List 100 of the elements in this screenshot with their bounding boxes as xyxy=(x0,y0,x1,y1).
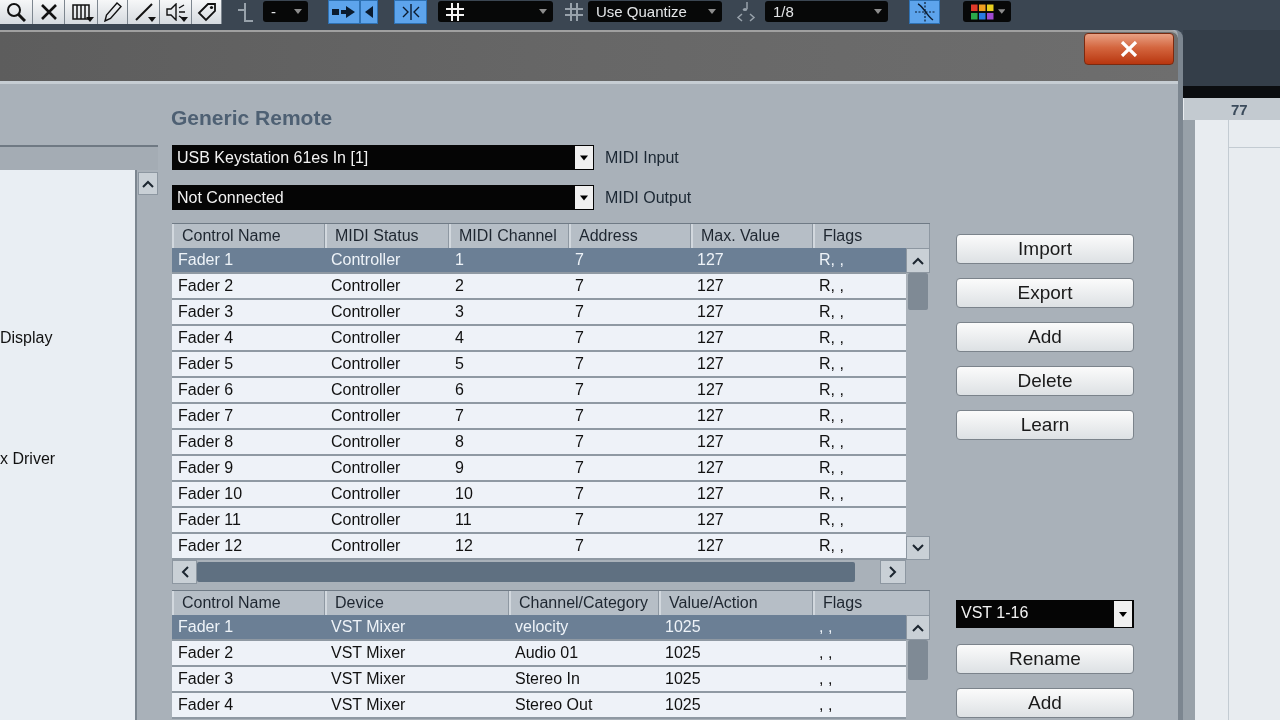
caret-icon xyxy=(86,17,94,22)
dropdown[interactable] xyxy=(963,1,1011,22)
action-button[interactable]: Rename xyxy=(956,644,1134,674)
dialog-title: Generic Remote xyxy=(171,105,334,131)
dropdown[interactable]: - xyxy=(263,1,308,22)
list-item[interactable]: Display xyxy=(0,327,135,349)
scrollbar-thumb[interactable] xyxy=(908,273,928,310)
table-cell-text: 127 xyxy=(696,406,725,426)
toggle-button[interactable] xyxy=(360,0,378,24)
table-cell-text: 127 xyxy=(696,536,725,556)
action-button[interactable]: Add xyxy=(956,688,1134,718)
scrollbar-track[interactable] xyxy=(135,170,158,720)
action-button[interactable]: Export xyxy=(956,278,1134,308)
table-cell-text: 127 xyxy=(696,510,725,530)
table-cell-text: Controller xyxy=(330,354,402,374)
tool-button[interactable] xyxy=(33,0,65,24)
scroll-left-button[interactable] xyxy=(172,560,197,584)
table-row[interactable]: Fader 3 VST Mixer Stereo In 1025 , , xyxy=(172,667,906,693)
table-cell-text: Fader 6 xyxy=(177,380,235,400)
table-cell-text: R, , xyxy=(818,328,845,348)
table-cell-text: Audio 01 xyxy=(514,643,580,663)
scrollbar-thumb[interactable] xyxy=(197,562,855,582)
tool-button[interactable] xyxy=(65,0,98,24)
table-cell-text: Fader 1 xyxy=(177,250,235,270)
table-cell-text: 127 xyxy=(696,276,725,296)
dropdown[interactable]: 1/8 xyxy=(765,1,888,22)
table-cell-text: 4 xyxy=(454,328,465,348)
tool-button[interactable] xyxy=(192,0,222,24)
speaker-icon xyxy=(165,3,186,21)
scrollbar-thumb[interactable] xyxy=(908,640,928,680)
table-cell-text: 1025 xyxy=(664,695,702,715)
table-cell-text: R, , xyxy=(818,380,845,400)
table-row[interactable]: Fader 2 VST Mixer Audio 01 1025 , , xyxy=(172,641,906,667)
table-cell-text: 7 xyxy=(574,328,585,348)
table-cell-text: 127 xyxy=(696,250,725,270)
table-row[interactable]: Fader 3 Controller 3 7 127 R, , xyxy=(172,300,906,326)
scroll-up-button[interactable] xyxy=(906,248,930,273)
table-row[interactable]: Fader 9 Controller 9 7 127 R, , xyxy=(172,456,906,482)
table-cell-text: 5 xyxy=(454,354,465,374)
caret-icon xyxy=(575,146,593,169)
table-row[interactable]: Fader 1 Controller 1 7 127 R, , xyxy=(172,248,906,274)
table-cell-text: 11 xyxy=(454,510,473,530)
scroll-right-button[interactable] xyxy=(880,560,906,584)
tool-button[interactable] xyxy=(98,0,128,24)
table-cell-text: 7 xyxy=(574,510,585,530)
action-button[interactable]: Learn xyxy=(956,410,1134,440)
action-button[interactable]: Import xyxy=(956,234,1134,264)
table-cell-text: 127 xyxy=(696,458,725,478)
table-row[interactable]: Fader 11 Controller 11 7 127 R, , xyxy=(172,508,906,534)
toggle-button[interactable] xyxy=(328,0,360,24)
table-cell-text: Fader 2 xyxy=(177,643,235,663)
table-cell-text: VST Mixer xyxy=(330,695,407,715)
table-row[interactable]: Fader 7 Controller 7 7 127 R, , xyxy=(172,404,906,430)
bank-dropdown[interactable]: VST 1-16 xyxy=(956,600,1134,628)
table-cell-text: R, , xyxy=(818,484,845,504)
table-row[interactable]: Fader 5 Controller 5 7 127 R, , xyxy=(172,352,906,378)
table-cell-text: Stereo In xyxy=(514,669,581,689)
column-header: Value/Action xyxy=(659,591,813,615)
scroll-up-button[interactable] xyxy=(137,172,158,195)
table-cell-text: 3 xyxy=(454,302,465,322)
table-row[interactable]: Fader 4 Controller 4 7 127 R, , xyxy=(172,326,906,352)
crosshair-curve-icon xyxy=(914,2,935,22)
close-button[interactable] xyxy=(1084,33,1174,65)
table-cell-text: R, , xyxy=(818,354,845,374)
table-row[interactable]: Fader 12 Controller 12 7 127 R, , xyxy=(172,534,906,560)
table-row[interactable]: Fader 10 Controller 10 7 127 R, , xyxy=(172,482,906,508)
table-row[interactable]: Fader 6 Controller 6 7 127 R, , xyxy=(172,378,906,404)
table-row[interactable]: Fader 2 Controller 2 7 127 R, , xyxy=(172,274,906,300)
table-cell-text: , , xyxy=(818,617,834,637)
action-button[interactable]: Add xyxy=(956,322,1134,352)
dropdown[interactable] xyxy=(438,1,553,22)
table-cell-text: 7 xyxy=(574,406,585,426)
action-button[interactable]: Delete xyxy=(956,366,1134,396)
tool-button[interactable] xyxy=(0,0,33,24)
table-cell-text: Fader 1 xyxy=(177,617,235,637)
table-cell-text: 127 xyxy=(696,328,725,348)
table-row[interactable]: Fader 1 VST Mixer velocity 1025 , , xyxy=(172,615,906,641)
port-dropdown[interactable]: USB Keystation 61es In [1] xyxy=(172,145,594,170)
toggle-button[interactable] xyxy=(394,0,427,24)
tool-button[interactable] xyxy=(160,0,192,24)
arrows-inward-icon xyxy=(401,4,420,20)
tool-button[interactable] xyxy=(128,0,160,24)
port-dropdown[interactable]: Not Connected xyxy=(172,185,594,210)
table-cell-text: Controller xyxy=(330,406,402,426)
list-item[interactable]: x Driver xyxy=(0,448,135,470)
caret-icon xyxy=(874,9,882,14)
dropdown[interactable]: Use Quantize xyxy=(588,1,722,22)
scroll-down-button[interactable] xyxy=(906,536,930,560)
table-cell-text: Controller xyxy=(330,328,402,348)
table-cell-text: 7 xyxy=(574,276,585,296)
table-cell-text: 2 xyxy=(454,276,465,296)
toggle-button[interactable] xyxy=(909,0,940,24)
table-row[interactable]: Fader 8 Controller 8 7 127 R, , xyxy=(172,430,906,456)
table-cell-text: , , xyxy=(818,643,834,663)
table-cell-text: 8 xyxy=(454,432,465,452)
table-cell-text: 1025 xyxy=(664,669,702,689)
table-cell-text: 1025 xyxy=(664,643,702,663)
scroll-up-button[interactable] xyxy=(906,615,930,640)
triangle-left-icon xyxy=(365,6,373,18)
table-row[interactable]: Fader 4 VST Mixer Stereo Out 1025 , , xyxy=(172,693,906,719)
